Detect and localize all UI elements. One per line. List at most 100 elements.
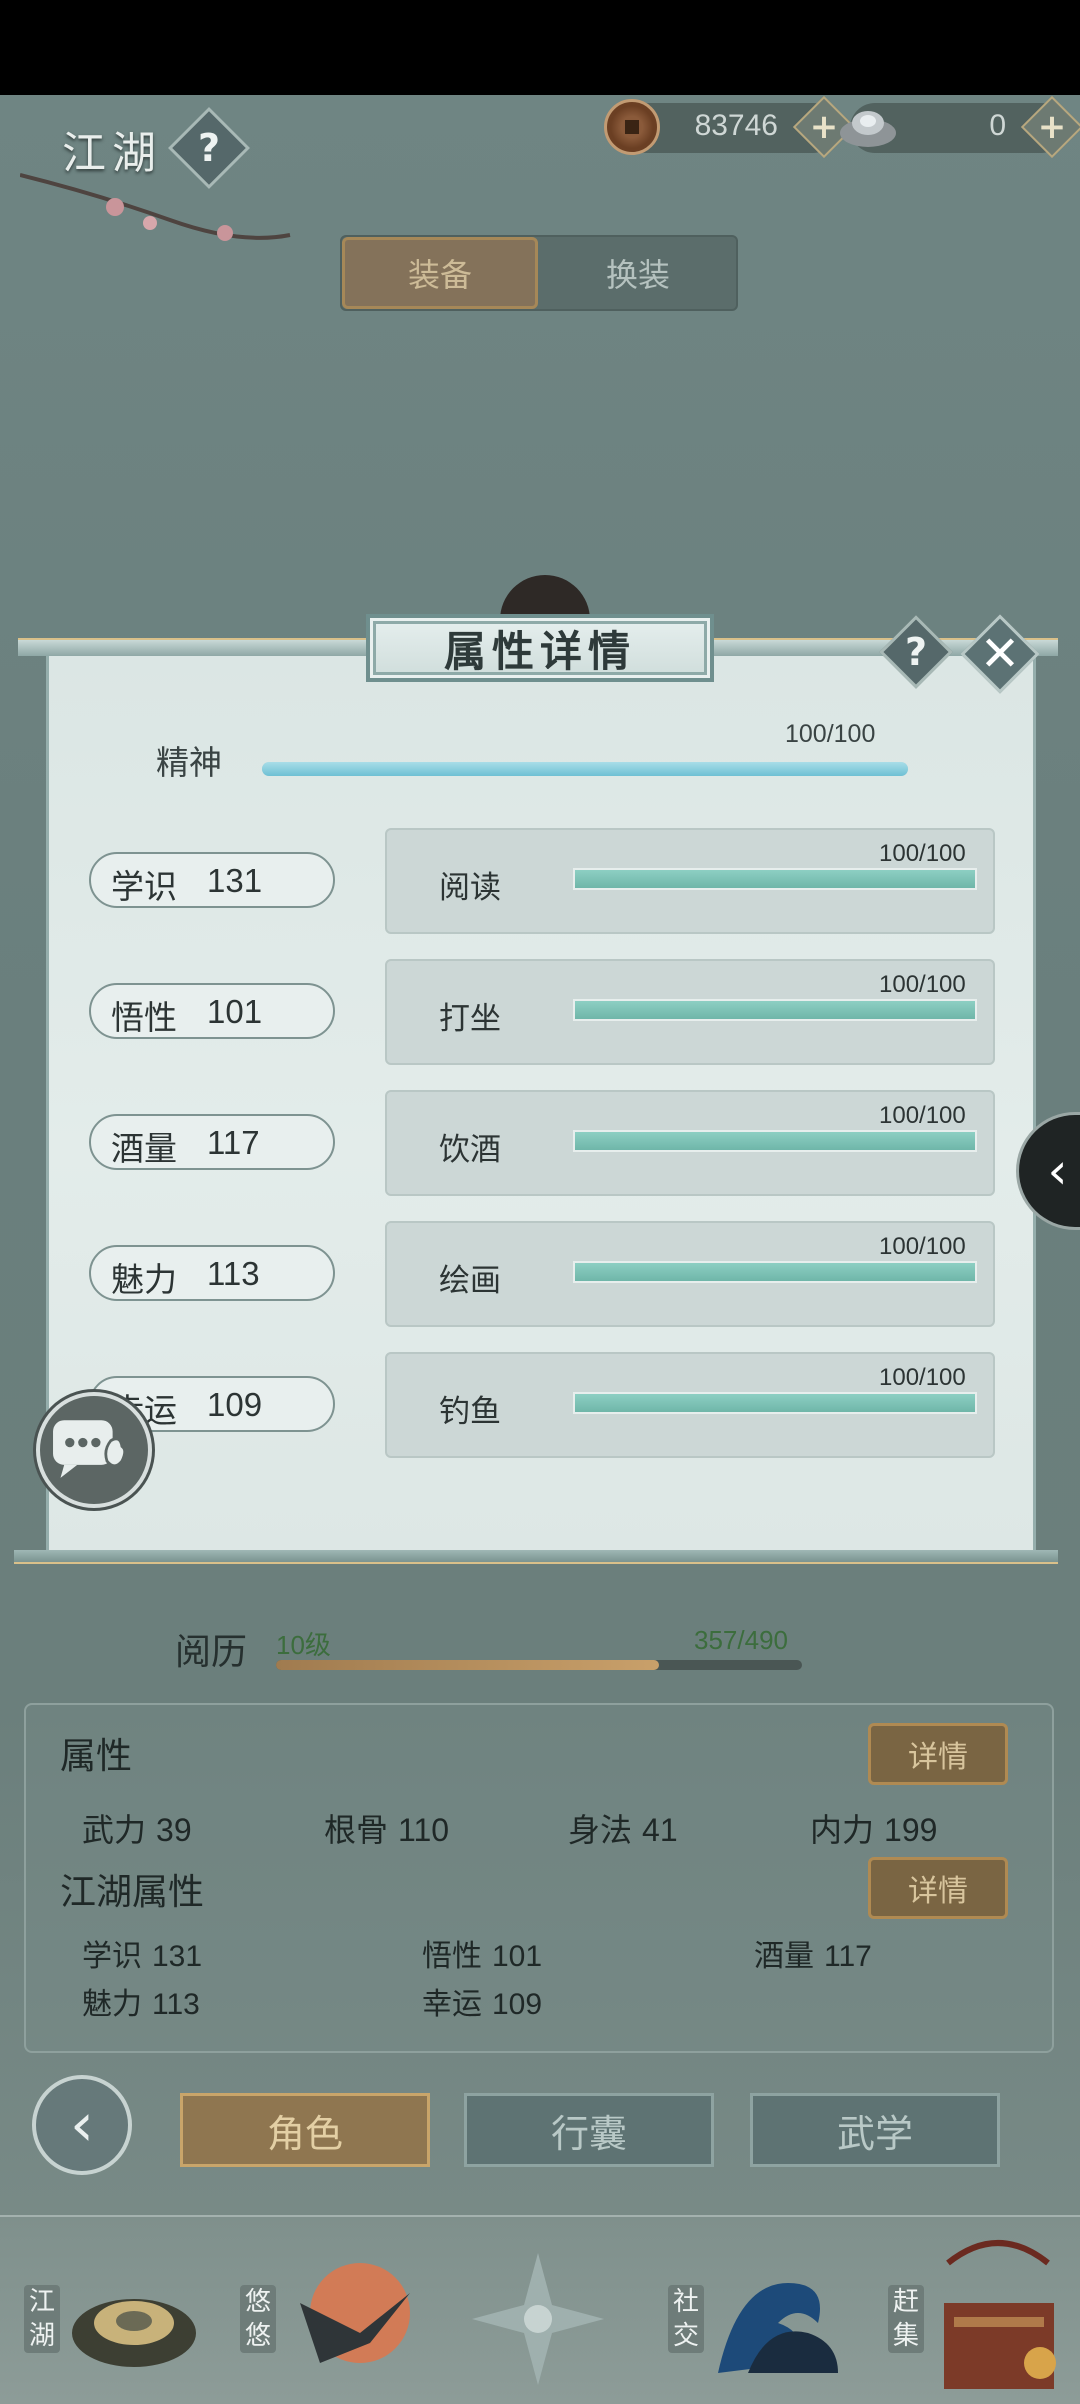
dock-item-home[interactable] (468, 2233, 608, 2403)
stat-root-bone: 根骨 110 (324, 1811, 450, 1849)
attribute-pill: 酒量 117 (89, 1114, 335, 1170)
stat-agility: 身法 41 (568, 1811, 678, 1849)
attribute-value: 113 (207, 1255, 260, 1292)
spirit-label: 精神 (156, 743, 222, 782)
dock-item-market[interactable]: 赶集 (884, 2233, 1074, 2403)
skill-progress-value: 100/100 (879, 971, 966, 998)
dock-label-youyou: 悠悠 (240, 2285, 276, 2353)
modal-body: 精神 100/100 学识 131 阅读 100/100 悟性 101 打坐 100/100 酒… (46, 656, 1036, 1552)
attribute-value: 117 (207, 1124, 260, 1161)
modal-bottom-rail (14, 1550, 1058, 1564)
copper-coin-icon (604, 99, 660, 155)
experience-label: 阅历 (175, 1632, 248, 1673)
skill-progress-value: 100/100 (879, 840, 966, 867)
experience-bar-fill (276, 1660, 660, 1670)
dock-item-social[interactable]: 社交 (664, 2233, 854, 2403)
skill-progress-value: 100/100 (879, 1233, 966, 1260)
skill-progress-value: 100/100 (879, 1102, 966, 1129)
attribute-value: 109 (207, 1386, 263, 1423)
skill-box: 钓鱼 100/100 (385, 1352, 995, 1458)
attribute-pill: 魅力 113 (89, 1245, 335, 1301)
jianghu-attributes-title: 江湖属性 (60, 1872, 205, 1913)
dock-item-jianghu[interactable]: 江湖 (20, 2233, 210, 2403)
coin-value: 83746 (694, 109, 778, 142)
dock-label-jianghu: 江湖 (24, 2285, 60, 2353)
chat-bubble-icon (53, 1420, 127, 1478)
tab-martial-arts[interactable]: 武学 (750, 2093, 1000, 2167)
experience-value: 357/490 (694, 1625, 788, 1655)
jianghu-stat-knowledge: 学识 131 (82, 1939, 203, 1974)
compass-star-icon (472, 2253, 604, 2385)
attribute-pill: 学识 131 (89, 852, 335, 908)
attributes-detail-button[interactable]: 详情 (868, 1723, 1008, 1785)
skill-name: 打坐 (439, 1001, 501, 1037)
experience-bar (276, 1660, 802, 1670)
page-title: 江湖 (62, 128, 162, 179)
skill-progress-fill (575, 1132, 975, 1150)
basket-icon (944, 2240, 1056, 2389)
wave-icon (718, 2283, 838, 2373)
attribute-row-drinking: 酒量 117 饮酒 100/100 (89, 1090, 1029, 1198)
jianghu-stat-charm: 魅力 113 (82, 1987, 200, 2022)
attribute-name: 酒量 (111, 1129, 177, 1168)
skill-progress-bar (573, 999, 977, 1021)
question-icon: ? (197, 126, 221, 170)
ingot-value: 0 (989, 109, 1006, 142)
plus-icon: + (1037, 107, 1067, 147)
title-area: 江湖 ? (20, 105, 340, 241)
tab-change-outfit[interactable]: 换装 (540, 237, 736, 309)
back-button[interactable]: ‹ (32, 2075, 132, 2175)
attributes-title: 属性 (60, 1736, 133, 1777)
add-ingots-button[interactable]: + (1020, 95, 1080, 159)
skill-name: 阅读 (439, 870, 501, 906)
attribute-row-comprehension: 悟性 101 打坐 100/100 (89, 959, 1029, 1067)
spirit-bar-fill (262, 762, 908, 776)
chat-button[interactable] (36, 1392, 152, 1508)
coin-counter: 83746 + (604, 95, 856, 159)
tab-bag[interactable]: 行囊 (464, 2093, 714, 2167)
skill-progress-fill (575, 870, 975, 888)
stat-force: 武力 39 (82, 1811, 192, 1849)
attribute-name: 悟性 (111, 998, 177, 1037)
game-screen: 江湖 ? 83746 + 0 + 装备 换装 精神 100/100 学识 131… (0, 95, 1080, 2404)
jianghu-detail-button[interactable]: 详情 (868, 1857, 1008, 1919)
skill-box: 打坐 100/100 (385, 959, 995, 1065)
silver-ingot-icon (840, 111, 896, 147)
straw-hat-icon (72, 2299, 196, 2367)
skill-name: 绘画 (439, 1263, 501, 1299)
equip-tabs: 装备 换装 (340, 235, 738, 311)
skill-name: 钓鱼 (439, 1394, 501, 1430)
jianghu-stat-luck: 幸运 109 (422, 1987, 543, 2022)
attribute-name: 学识 (111, 867, 177, 906)
chevron-left-icon: ‹ (1047, 1142, 1068, 1200)
skill-box: 绘画 100/100 (385, 1221, 995, 1327)
modal-title-plate: 属性详情 (366, 614, 714, 682)
skill-progress-fill (575, 1263, 975, 1281)
tab-role[interactable]: 角色 (180, 2093, 430, 2167)
dock-label-market: 赶集 (888, 2285, 924, 2353)
skill-progress-bar (573, 868, 977, 890)
skill-progress-bar (573, 1130, 977, 1152)
dock-item-youyou[interactable]: 悠悠 (236, 2233, 426, 2403)
sun-swallow-icon (300, 2263, 410, 2363)
attribute-value: 101 (207, 993, 263, 1030)
skill-name: 饮酒 (439, 1132, 501, 1168)
spirit-bar (262, 762, 908, 776)
stats-panel: 属性 详情 武力 39 根骨 110 身法 41 内力 199 江湖属性 详情 学识 13… (24, 1703, 1054, 2053)
skill-progress-fill (575, 1001, 975, 1019)
question-icon: ? (904, 630, 928, 674)
bottom-dock: 江湖 悠悠 社交 赶集 (0, 2215, 1080, 2404)
status-bar (0, 0, 1080, 95)
back-arrow-icon: ‹ (70, 2090, 94, 2160)
close-icon: ✕ (979, 626, 1021, 682)
tab-equip[interactable]: 装备 (342, 237, 538, 309)
skill-progress-bar (573, 1261, 977, 1283)
skill-progress-bar (573, 1392, 977, 1414)
attribute-name: 魅力 (111, 1260, 177, 1299)
dock-label-social: 社交 (668, 2285, 704, 2353)
attribute-value: 131 (207, 862, 263, 899)
spirit-value: 100/100 (785, 720, 876, 748)
jianghu-stat-comprehension: 悟性 101 (422, 1939, 543, 1974)
attribute-row-luck: 幸运 109 钓鱼 100/100 (89, 1352, 1029, 1460)
modal-title: 属性详情 (443, 626, 636, 676)
